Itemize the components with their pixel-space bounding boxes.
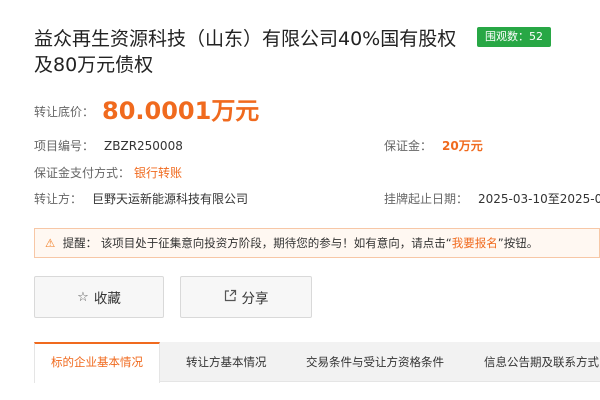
project-number-value: ZBZR250008 [104, 139, 183, 153]
reminder-notice: ⚠ 提醒： 该项目处于征集意向投资方阶段，期待您的参与！如有意向，请点击“我要报… [34, 228, 600, 258]
listing-period-row: 挂牌起止日期： 2025-03-10至2025-04- [384, 190, 600, 207]
favorite-label: 收藏 [93, 291, 121, 307]
project-title: 益众再生资源科技（山东）有限公司40%国有股权及80万元债权 [34, 28, 457, 76]
listing-period-value: 2025-03-10至2025-04- [478, 192, 600, 206]
transfer-price: 80.0001万元 [102, 97, 260, 125]
project-detail-panel: 益众再生资源科技（山东）有限公司40%国有股权及80万元债权 围观数：52 转让… [22, 0, 600, 400]
tab-announcement-contact[interactable]: 信息公告期及联系方式 [484, 342, 599, 382]
deposit-value: 20万元 [442, 139, 483, 153]
share-label: 分享 [241, 291, 269, 307]
transferor-row: 转让方： 巨野天运新能源科技有限公司 [34, 190, 248, 207]
transferor-label: 转让方： [34, 192, 83, 206]
tab-trade-conditions[interactable]: 交易条件与受让方资格条件 [306, 342, 444, 382]
favorite-button[interactable]: ☆ 收藏 [34, 276, 164, 318]
price-label: 转让底价： [34, 105, 95, 119]
register-link[interactable]: 我要报名 [452, 236, 498, 250]
share-icon [224, 289, 237, 306]
notice-suffix: ”按钮。 [497, 236, 539, 250]
project-number-row: 项目编号： ZBZR250008 [34, 137, 183, 154]
transferor-value: 巨野天运新能源科技有限公司 [92, 192, 249, 206]
deposit-row: 保证金： 20万元 [384, 137, 483, 154]
notice-text: 该项目处于征集意向投资方阶段，期待您的参与！如有意向，请点击“ [100, 236, 452, 250]
project-number-label: 项目编号： [34, 139, 95, 153]
listing-period-label: 挂牌起止日期： [384, 192, 469, 206]
detail-tabs: 标的企业基本情况 转让方基本情况 交易条件与受让方资格条件 信息公告期及联系方式 [34, 342, 600, 383]
tab-company-info[interactable]: 标的企业基本情况 [34, 342, 160, 383]
share-button[interactable]: 分享 [180, 276, 312, 318]
warning-icon: ⚠ [45, 236, 56, 250]
star-outline-icon: ☆ [77, 289, 89, 305]
payment-mode-value: 银行转账 [134, 166, 183, 180]
payment-mode-label: 保证金支付方式： [34, 166, 131, 180]
payment-mode-row: 保证金支付方式： 银行转账 [34, 164, 182, 181]
notice-prefix: 提醒： [62, 236, 98, 250]
deposit-label: 保证金： [384, 139, 433, 153]
tab-transferor-info[interactable]: 转让方基本情况 [186, 342, 267, 382]
view-count-badge: 围观数：52 [477, 27, 551, 47]
